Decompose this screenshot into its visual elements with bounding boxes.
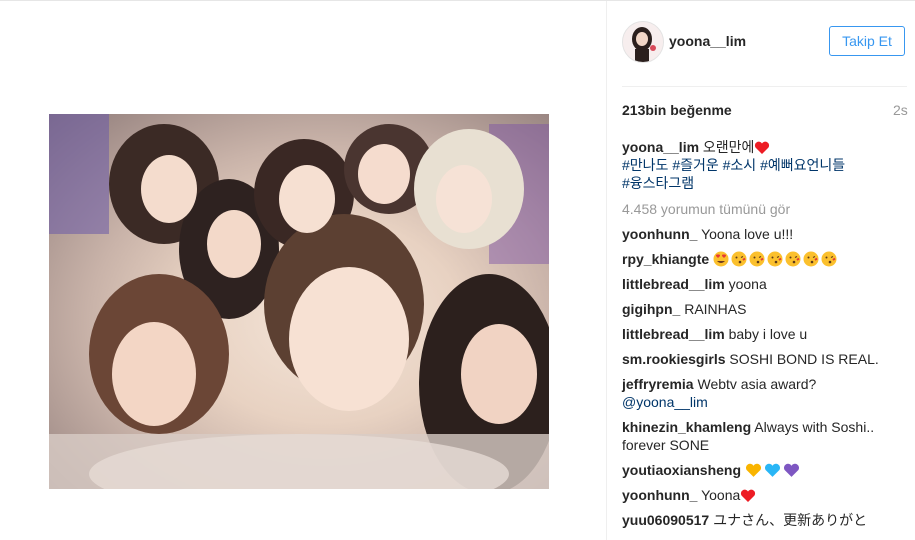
comment-item: yoonhunn_ Yoona love u!!!: [622, 225, 912, 243]
comment-text: SOSHI BOND IS REAL.: [729, 351, 879, 367]
comment-username[interactable]: yoonhunn_: [622, 487, 697, 503]
comment-username[interactable]: gigihpn_: [622, 301, 680, 317]
heart-icon: [755, 141, 770, 154]
comment-item: rpy_khiangte: [622, 250, 912, 268]
comment-item: youtiaoxiansheng: [622, 461, 912, 479]
view-all-comments-link[interactable]: 4.458 yorumun tümünü gör: [622, 201, 790, 217]
header-divider: [622, 86, 907, 87]
comment-username[interactable]: sm.rookiesgirls: [622, 351, 726, 367]
comment-text: Webtv asia award?: [697, 376, 817, 392]
post-time[interactable]: 2s: [893, 102, 908, 118]
follow-button[interactable]: Takip Et: [829, 26, 905, 56]
comments-list: yoonhunn_ Yoona love u!!! rpy_khiangte l…: [622, 225, 912, 536]
kiss-emoji-icon: [749, 251, 765, 267]
post-caption: yoona__lim 오랜만에 #만나도 #즐거운 #소시 #예뻐요언니들 #융…: [622, 138, 907, 192]
comment-item: jeffryremia Webtv asia award? @yoona__li…: [622, 375, 912, 411]
comment-username[interactable]: rpy_khiangte: [622, 251, 709, 267]
comment-item: gigihpn_ RAINHAS: [622, 300, 912, 318]
comment-text: Always with Soshi..: [754, 419, 875, 435]
post-photo[interactable]: [49, 114, 549, 489]
comment-username[interactable]: khinezin_khamleng: [622, 419, 751, 435]
comment-username[interactable]: yuu06090517: [622, 512, 709, 528]
kiss-emoji-icon: [785, 251, 801, 267]
comment-item: yuu06090517 ユナさん、更新ありがと: [622, 511, 912, 529]
heart-eyes-emoji-icon: [713, 251, 729, 267]
comment-username[interactable]: jeffryremia: [622, 376, 694, 392]
comment-text: yoona: [728, 276, 767, 292]
comment-mention[interactable]: @yoona__lim: [622, 394, 708, 410]
kiss-emoji-icon: [821, 251, 837, 267]
avatar[interactable]: [622, 21, 664, 63]
blue-heart-icon: [764, 463, 780, 477]
comment-item: littlebread__lim baby i love u: [622, 325, 912, 343]
post-username[interactable]: yoona__lim: [669, 33, 746, 49]
comment-text: RAINHAS: [684, 301, 747, 317]
group-selfie-image: [49, 114, 549, 489]
post-header: yoona__lim Takip Et: [607, 0, 915, 86]
comment-username[interactable]: youtiaoxiansheng: [622, 462, 741, 478]
kiss-emoji-icon: [803, 251, 819, 267]
yellow-heart-icon: [745, 463, 761, 477]
caption-hashtags[interactable]: #만나도 #즐거운 #소시 #예뻐요언니들: [622, 157, 845, 173]
comment-text: ユナさん、更新ありがと: [713, 512, 868, 528]
comment-text: Yoona: [701, 487, 741, 503]
red-heart-icon: [741, 489, 756, 502]
comment-text: baby i love u: [728, 326, 808, 342]
comment-text-continued: forever SONE: [622, 437, 710, 453]
kiss-emoji-icon: [767, 251, 783, 267]
comment-item: yoonhunn_ Yoona: [622, 486, 912, 504]
caption-hashtags-2[interactable]: #융스타그램: [622, 175, 694, 191]
comment-text: Yoona love u!!!: [701, 226, 794, 242]
comment-item: littlebread__lim yoona: [622, 275, 912, 293]
comment-username[interactable]: littlebread__lim: [622, 326, 725, 342]
comment-username[interactable]: littlebread__lim: [622, 276, 725, 292]
kiss-emoji-icon: [731, 251, 747, 267]
caption-text: 오랜만에: [702, 139, 755, 155]
purple-heart-icon: [783, 463, 799, 477]
comment-item: sm.rookiesgirls SOSHI BOND IS REAL.: [622, 350, 912, 368]
caption-username[interactable]: yoona__lim: [622, 139, 699, 155]
profile-picture-icon: [623, 22, 663, 62]
comment-item: khinezin_khamleng Always with Soshi.. fo…: [622, 418, 912, 454]
comment-username[interactable]: yoonhunn_: [622, 226, 697, 242]
likes-count[interactable]: 213bin beğenme: [622, 102, 732, 118]
